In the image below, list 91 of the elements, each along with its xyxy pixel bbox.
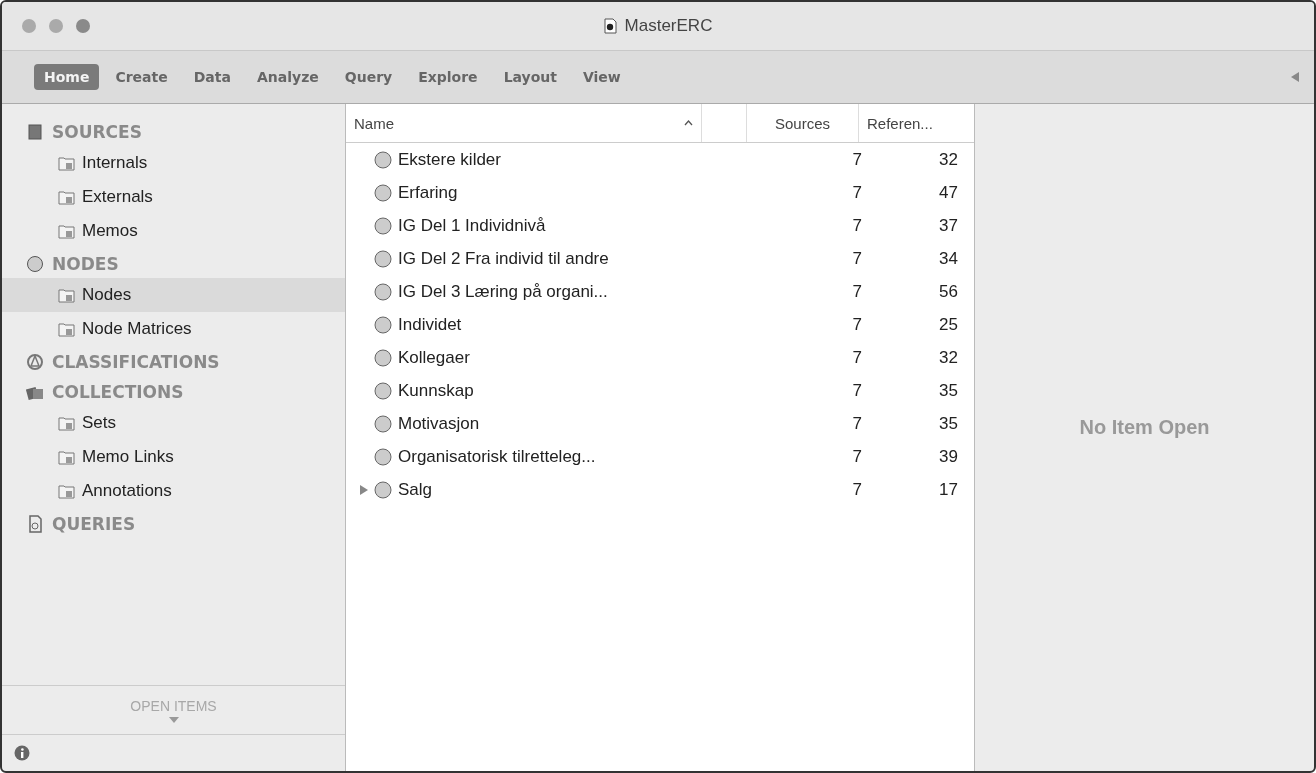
folder-icon [58,415,76,431]
table-cell-text: 7 [851,215,862,236]
table-cell-text: 32 [938,347,958,368]
node-name: IG Del 1 Individnivå [398,215,546,236]
folder-icon [58,155,76,171]
sidebar-item[interactable]: Externals [2,180,345,214]
sidebar-item[interactable]: Sets [2,406,345,440]
close-button[interactable] [22,19,36,33]
toolbar-tab[interactable]: Analyze [246,64,329,90]
section-heading[interactable]: CLASSIFICATIONS [52,352,220,372]
table-cell-text: 32 [938,149,958,170]
node-icon [374,249,392,268]
table-cell-text: 25 [938,314,958,335]
table-cell-text: 7 [851,248,862,269]
column-header[interactable]: Sources [746,104,858,142]
node-icon [374,480,392,499]
toolbar-tab[interactable]: Query [334,64,403,90]
table-cell-text: 7 [851,380,862,401]
sidebar-item[interactable]: Node Matrices [2,312,345,346]
table-cell-text: 7 [851,446,862,467]
sidebar-item[interactable]: Memo Links [2,440,345,474]
node-icon [374,381,392,400]
node-icon [374,348,392,367]
folder-icon [58,321,76,337]
table-cell-text: 7 [851,347,862,368]
table-cell-text: 35 [938,413,958,434]
folder-icon [58,449,76,465]
table-cell-text: 34 [938,248,958,269]
toolbar-tab[interactable]: Create [105,64,178,90]
folder-icon [58,223,76,239]
document-icon [26,515,44,533]
node-name: Ekstere kilder [398,149,501,170]
folder-icon [58,483,76,499]
node-name: Kunnskap [398,380,474,401]
node-icon [374,183,392,202]
expand-triangle-icon[interactable] [360,484,368,495]
sort-icon[interactable] [684,120,693,126]
node-name: IG Del 2 Fra individ til andre [398,248,609,269]
node-name: IG Del 3 Læring på organi... [398,281,608,302]
sidebar-item[interactable]: Internals [2,146,345,180]
folder-icon [58,287,76,303]
document-icon [603,18,617,34]
window-title: MasterERC [624,16,713,36]
table-cell-text: 37 [938,215,958,236]
node-icon [374,150,392,169]
node-icon [374,414,392,433]
column-header[interactable]: Referen... [858,104,974,142]
info-icon[interactable] [14,745,30,761]
chart-icon [26,353,44,371]
table-cell-text: 39 [938,446,958,467]
node-name: Salg [398,479,433,500]
circle-icon [26,255,44,273]
table-cell-text: 17 [938,479,958,500]
table-cell-text: 7 [851,479,862,500]
node-name: Motivasjon [398,413,480,434]
sidebar-item[interactable]: Annotations [2,474,345,508]
table-cell-text: 7 [851,149,862,170]
toolbar-tab[interactable]: Layout [493,64,567,90]
table-cell-text: 7 [851,182,862,203]
book-icon [26,123,44,141]
section-heading[interactable]: QUERIES [52,514,136,534]
node-icon [374,282,392,301]
table-cell-text: 7 [851,413,862,434]
node-name: Individet [398,314,462,335]
node-name: Erfaring [398,182,458,203]
toolbar-tab[interactable]: Explore [408,64,488,90]
sidebar-item[interactable]: Nodes [2,278,345,312]
section-heading[interactable]: NODES [52,254,119,274]
zoom-button[interactable] [76,19,90,33]
table-cell-text: 56 [938,281,958,302]
table-cell-text: 7 [851,314,862,335]
minimize-button[interactable] [49,19,63,33]
node-name: Kollegaer [398,347,470,368]
node-name: Organisatorisk tilretteleg... [398,446,596,467]
folder-icon [58,189,76,205]
table-cell-text: 35 [938,380,958,401]
toolbar-tab[interactable]: Data [183,64,241,90]
section-heading[interactable]: COLLECTIONS [52,382,184,402]
node-icon [374,447,392,466]
table-cell-text: 7 [851,281,862,302]
collapse-icon[interactable] [1290,71,1300,83]
sidebar-item[interactable]: Memos [2,214,345,248]
node-icon [374,216,392,235]
caret-icon[interactable] [168,716,179,723]
node-icon [374,315,392,334]
table-cell-text: 47 [938,182,958,203]
section-heading[interactable]: SOURCES [52,122,142,142]
empty-message: No Item Open [1079,416,1210,439]
column-header[interactable]: Name [346,104,701,142]
toolbar-tab[interactable]: View [572,64,631,90]
toolbar-tab[interactable]: Home [34,64,100,90]
